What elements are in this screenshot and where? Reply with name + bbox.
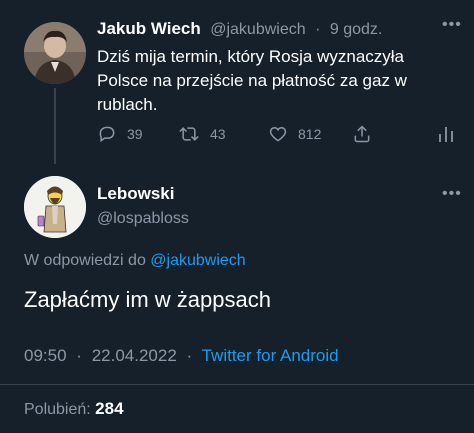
likes-row[interactable]: Polubień: 284 bbox=[24, 399, 124, 419]
share-button[interactable] bbox=[352, 124, 382, 144]
parent-separator: · bbox=[315, 21, 321, 38]
divider bbox=[0, 384, 474, 385]
stats-button[interactable] bbox=[438, 124, 464, 144]
replying-to-link[interactable]: @jakubwiech bbox=[150, 252, 245, 269]
retweet-count: 43 bbox=[210, 126, 226, 142]
parent-header: Jakub Wiech @jakubwiech · 9 godz. bbox=[97, 19, 382, 39]
parent-avatar[interactable] bbox=[24, 22, 86, 84]
timestamp-separator: · bbox=[76, 346, 82, 365]
source-separator: · bbox=[186, 346, 193, 365]
stats-icon bbox=[439, 127, 453, 142]
reply-tweet-text: Zapłaćmy im w żappsach bbox=[24, 287, 271, 312]
reply-handle[interactable]: @lospabloss bbox=[97, 210, 189, 228]
reply-avatar[interactable] bbox=[24, 176, 86, 238]
reply-count: 39 bbox=[127, 126, 143, 142]
reply-icon bbox=[99, 126, 115, 143]
share-icon bbox=[354, 125, 370, 143]
more-options-icon[interactable]: ••• bbox=[442, 185, 462, 203]
retweet-button[interactable]: 43 bbox=[178, 124, 226, 144]
parent-tweet-text: Dziś mija termin, który Rosja wyznaczyła… bbox=[97, 47, 407, 114]
tweet-date[interactable]: 22.04.2022 bbox=[92, 346, 177, 365]
replying-to: W odpowiedzi do @jakubwiech bbox=[24, 252, 246, 270]
likes-count: 284 bbox=[95, 399, 124, 418]
parent-display-name[interactable]: Jakub Wiech bbox=[97, 19, 201, 38]
thread-line bbox=[54, 88, 56, 164]
likes-label: Polubień: bbox=[24, 401, 91, 418]
tweet-time[interactable]: 09:50 bbox=[24, 346, 67, 365]
replying-to-prefix: W odpowiedzi do bbox=[24, 252, 146, 269]
reply-display-name[interactable]: Lebowski bbox=[97, 184, 174, 204]
parent-handle[interactable]: @jakubwiech bbox=[210, 21, 305, 38]
heart-icon bbox=[269, 126, 287, 142]
like-count: 812 bbox=[298, 126, 322, 142]
reply-button[interactable]: 39 bbox=[97, 124, 143, 144]
like-button[interactable]: 812 bbox=[268, 124, 321, 144]
parent-time[interactable]: 9 godz. bbox=[330, 21, 382, 38]
more-options-icon[interactable]: ••• bbox=[442, 16, 462, 34]
tweet-source[interactable]: Twitter for Android bbox=[202, 346, 339, 365]
retweet-icon bbox=[179, 127, 199, 141]
timestamp-row: 09:50 · 22.04.2022 · Twitter for Android bbox=[24, 346, 339, 366]
